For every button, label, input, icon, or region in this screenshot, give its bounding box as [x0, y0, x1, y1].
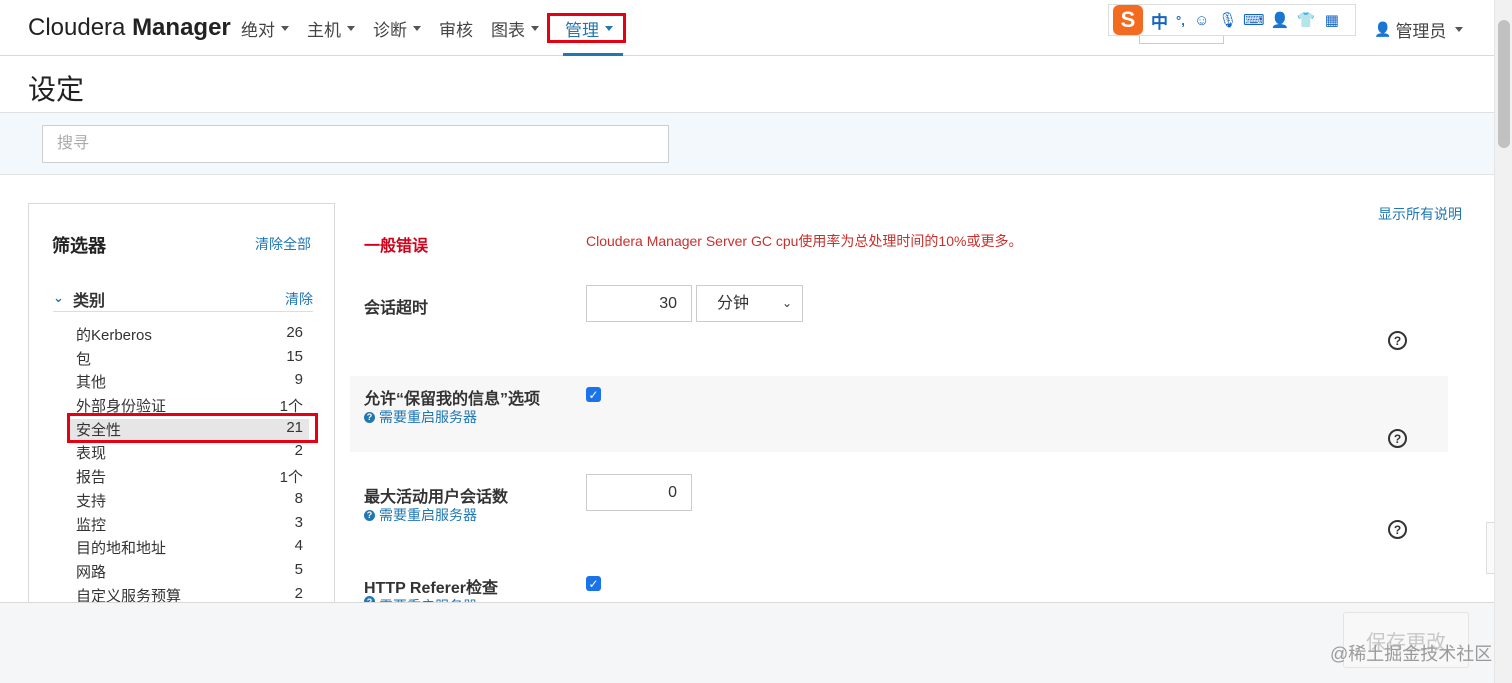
- nav-item-hosts[interactable]: 主机: [307, 0, 365, 56]
- session-timeout-unit-select[interactable]: 分钟 ⌄: [696, 285, 803, 322]
- title-bar: 设定: [0, 56, 1494, 113]
- category-item[interactable]: 其他 9: [69, 371, 309, 395]
- nav-item-diagnostics[interactable]: 诊断: [373, 0, 431, 56]
- user-menu[interactable]: 👤 管理员: [1374, 17, 1464, 42]
- skin-shirt-icon[interactable]: 👕: [1296, 11, 1315, 29]
- chevron-down-icon: ⌄: [781, 296, 792, 310]
- caret-down-icon: [531, 25, 539, 31]
- highlight-box-security: [67, 413, 318, 443]
- search-input[interactable]: [42, 125, 669, 163]
- caret-down-icon: [1455, 27, 1464, 32]
- bottom-action-bar: [0, 602, 1494, 683]
- watermark: @稀土掘金技术社区: [1330, 644, 1493, 664]
- remember-me-checkbox[interactable]: ✓: [586, 387, 601, 402]
- user-icon: 👤: [1374, 21, 1392, 37]
- hidden-search-box: [1139, 36, 1224, 44]
- question-icon: ?: [364, 411, 375, 423]
- max-sessions-label: 最大活动用户会话数: [364, 489, 509, 506]
- category-item[interactable]: 目的地和地址 4: [69, 537, 309, 561]
- page-title: 设定: [28, 74, 85, 105]
- session-timeout-input[interactable]: [586, 285, 692, 322]
- user-icon[interactable]: 👤: [1270, 11, 1289, 29]
- category-label: 类别: [73, 293, 106, 310]
- caret-down-icon: [413, 25, 421, 31]
- keyboard-icon[interactable]: ⌨: [1243, 11, 1265, 29]
- restart-required-note: ?需要重启服务器: [364, 407, 477, 427]
- nav-item-audits[interactable]: 审核: [439, 0, 483, 56]
- chevron-down-icon[interactable]: ⌄: [53, 290, 64, 306]
- help-icon[interactable]: ?: [1388, 429, 1407, 448]
- toolbox-grid-icon[interactable]: ▦: [1323, 11, 1341, 29]
- emoji-icon[interactable]: ☺: [1193, 11, 1211, 29]
- restart-required-note: ?需要重启服务器: [364, 505, 477, 525]
- help-icon[interactable]: ?: [1388, 331, 1407, 350]
- caret-down-icon: [281, 25, 289, 31]
- general-error-message: Cloudera Manager Server GC cpu使用率为总处理时间的…: [586, 233, 1023, 249]
- nav-item-clusters[interactable]: 绝对: [241, 0, 299, 56]
- http-referer-checkbox[interactable]: ✓: [586, 576, 601, 591]
- category-item[interactable]: 表现 2: [69, 442, 309, 466]
- session-timeout-label: 会话超时: [364, 300, 429, 317]
- top-navbar: Cloudera Manager 绝对 主机 诊断 审核 图表 管理 S 中 °…: [0, 0, 1494, 56]
- general-error-label: 一般错误: [364, 238, 429, 255]
- category-item[interactable]: 报告 1个: [69, 466, 309, 490]
- category-clear-link[interactable]: 清除: [285, 289, 313, 309]
- nav-item-charts[interactable]: 图表: [491, 0, 549, 56]
- http-referer-label: HTTP Referer检查: [364, 580, 498, 597]
- sogou-logo-icon[interactable]: S: [1113, 5, 1143, 35]
- max-sessions-input[interactable]: [586, 474, 692, 511]
- help-icon[interactable]: ?: [1388, 520, 1407, 539]
- highlight-box-admin: [547, 13, 626, 43]
- show-all-descriptions-link[interactable]: 显示所有说明: [1378, 204, 1462, 224]
- category-item[interactable]: 监控 3: [69, 514, 309, 538]
- category-item[interactable]: 网路 5: [69, 561, 309, 585]
- ime-language-toggle[interactable]: 中: [1151, 8, 1168, 33]
- category-list: 的Kerberos 26 包 15 其他 9 外部身份验证 1个 安全性 21 表现 2 报…: [69, 324, 309, 608]
- category-item[interactable]: 包 15: [69, 348, 309, 372]
- brand-logo[interactable]: Cloudera Manager: [28, 14, 231, 42]
- category-item[interactable]: 的Kerberos 26: [69, 324, 309, 348]
- remember-me-label: 允许“保留我的信息”选项: [364, 391, 541, 408]
- microphone-icon[interactable]: 🎙: [1218, 11, 1237, 29]
- category-header[interactable]: ⌄ 类别 清除: [53, 286, 313, 312]
- category-item[interactable]: 支持 8: [69, 490, 309, 514]
- scrollbar-thumb[interactable]: [1498, 20, 1510, 148]
- ime-punctuation-toggle[interactable]: °,: [1176, 13, 1185, 28]
- filter-title: 筛选器: [52, 236, 106, 256]
- side-feedback-tab[interactable]: [1486, 522, 1494, 574]
- ime-toolbar: S 中 °, ☺ 🎙 ⌨ 👤 👕 ▦: [1108, 4, 1356, 36]
- clear-all-link[interactable]: 清除全部: [255, 234, 311, 254]
- page-scrollbar[interactable]: [1494, 0, 1512, 683]
- caret-down-icon: [347, 25, 355, 31]
- search-band: [0, 113, 1494, 175]
- question-icon: ?: [364, 509, 375, 521]
